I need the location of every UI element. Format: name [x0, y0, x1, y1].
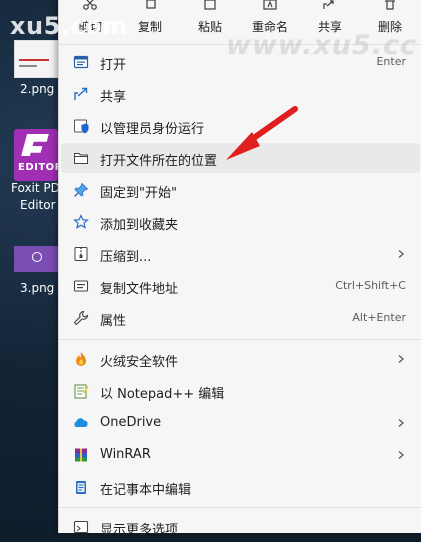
annotation-arrow [226, 106, 298, 160]
